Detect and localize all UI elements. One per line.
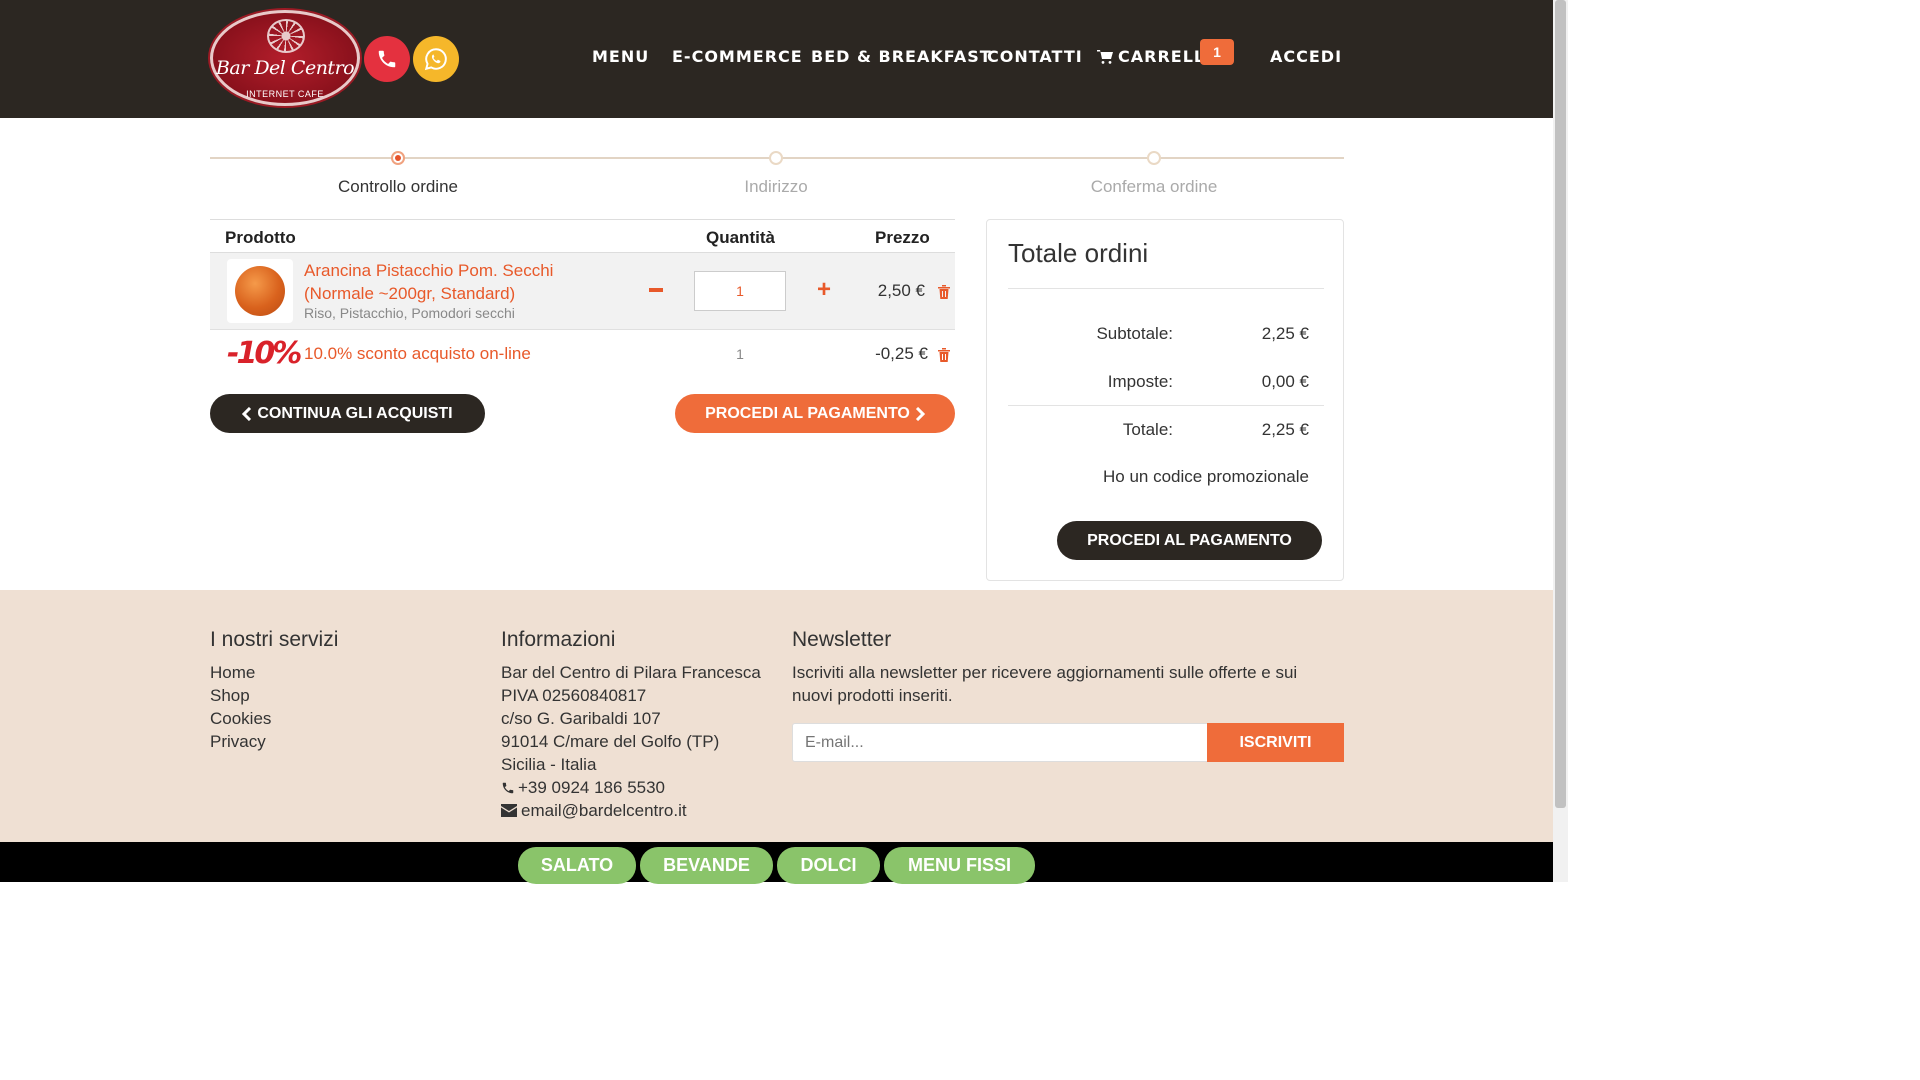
footer-email: email@bardelcentro.it <box>521 801 687 820</box>
proceed-payment-label: PROCEDI AL PAGAMENTO <box>705 404 910 422</box>
envelope-icon <box>501 804 517 817</box>
discount-badge: -10% <box>227 336 302 371</box>
call-button[interactable] <box>364 36 410 82</box>
logo-rosette-icon <box>267 19 305 53</box>
divider <box>1008 405 1324 406</box>
continue-shopping-label: CONTINUA GLI ACQUISTI <box>257 404 453 422</box>
subscribe-button[interactable]: ISCRIVITI <box>1207 723 1344 762</box>
bottom-category-bar: SALATO BEVANDE DOLCI MENU FISSI <box>0 842 1553 884</box>
product-price: 2,50 € <box>877 281 925 300</box>
totals-title: Totale ordini <box>1008 238 1149 268</box>
footer-phone: +39 0924 186 5530 <box>518 778 666 797</box>
discount-name-link[interactable]: 10.0% sconto acquisto on-line <box>304 344 531 364</box>
category-dolci[interactable]: DOLCI <box>777 847 880 884</box>
newsletter-email-input[interactable] <box>792 723 1207 762</box>
product-description: Riso, Pistacchio, Pomodori secchi <box>304 305 515 321</box>
step-dot-3 <box>1147 151 1161 165</box>
site-logo[interactable]: Bar Del Centro INTERNET CAFE <box>210 10 360 106</box>
chevron-right-icon <box>915 406 925 421</box>
newsletter-text-line-1: Iscriviti alla newsletter per ricevere a… <box>792 663 1298 682</box>
info-title: Informazioni <box>501 628 616 651</box>
proceed-payment-button[interactable]: PROCEDI AL PAGAMENTO <box>675 394 955 433</box>
footer-link-cookies[interactable]: Cookies <box>210 707 271 730</box>
cart-count-badge: 1 <box>1200 39 1234 65</box>
footer-email-link[interactable]: email@bardelcentro.it <box>501 799 687 822</box>
category-menu-fissi[interactable]: MENU FISSI <box>884 847 1035 884</box>
info-city: 91014 C/mare del Golfo (TP) <box>501 732 720 751</box>
nav-bed-breakfast[interactable]: BED & BREAKFAST <box>811 47 992 66</box>
nav-ecommerce[interactable]: E-COMMERCE <box>672 47 803 66</box>
page-scrollbar[interactable] <box>1553 0 1568 882</box>
promo-code-link[interactable]: Ho un codice promozionale <box>1103 467 1309 487</box>
logo-subtext: INTERNET CAFE <box>246 89 324 99</box>
totals-pay-button[interactable]: PROCEDI AL PAGAMENTO <box>1057 521 1322 560</box>
product-thumbnail[interactable] <box>227 259 293 323</box>
nav-menu[interactable]: MENU <box>592 47 649 66</box>
total-value: 2,25 € <box>1261 420 1309 439</box>
cart-icon <box>1097 50 1113 64</box>
cart-table-header: Prodotto Quantità Prezzo <box>210 219 955 253</box>
phone-icon <box>378 50 396 68</box>
arancina-image <box>235 266 285 316</box>
site-footer: I nostri servizi Home Shop Cookies Priva… <box>0 590 1553 842</box>
newsletter-text-line-2: nuovi prodotti inseriti. <box>792 686 953 705</box>
step-label-conferma: Conferma ordine <box>1090 177 1218 196</box>
total-label: Totale: <box>1122 420 1173 439</box>
whatsapp-icon <box>424 48 447 71</box>
cart-row: Arancina Pistacchio Pom. Secchi (Normale… <box>210 253 955 330</box>
site-header: Bar Del Centro INTERNET CAFE MENU E-COMM… <box>0 0 1553 118</box>
col-header-product: Prodotto <box>225 228 296 247</box>
discount-quantity: 1 <box>736 346 744 362</box>
order-totals-panel: Totale ordini Subtotale: 2,25 € Imposte:… <box>986 219 1344 581</box>
increase-quantity-button[interactable]: + <box>816 278 832 302</box>
tax-label: Imposte: <box>1107 372 1173 391</box>
trash-icon[interactable] <box>937 347 951 363</box>
info-vat: PIVA 02560840817 <box>501 686 647 705</box>
col-header-price: Prezzo <box>875 228 930 247</box>
step-label-controllo: Controllo ordine <box>337 177 458 196</box>
nav-accedi[interactable]: ACCEDI <box>1270 47 1342 66</box>
category-salato[interactable]: SALATO <box>518 847 636 884</box>
continue-shopping-button[interactable]: CONTINUA GLI ACQUISTI <box>210 394 485 433</box>
subtotal-label: Subtotale: <box>1096 324 1173 343</box>
phone-icon <box>502 782 514 793</box>
step-dot-2 <box>769 151 783 165</box>
info-region: Sicilia - Italia <box>501 755 597 774</box>
category-bevande[interactable]: BEVANDE <box>640 847 773 884</box>
logo-text: Bar Del Centro <box>215 57 355 79</box>
trash-icon[interactable] <box>937 284 951 300</box>
product-name-link[interactable]: Arancina Pistacchio Pom. Secchi (Normale… <box>304 259 624 305</box>
step-dot-1 <box>391 151 405 165</box>
footer-link-privacy[interactable]: Privacy <box>210 730 266 753</box>
info-company: Bar del Centro di Pilara Francesca <box>501 663 761 682</box>
decrease-quantity-button[interactable] <box>648 279 664 301</box>
divider <box>1008 288 1324 289</box>
nav-contatti[interactable]: CONTATTI <box>987 47 1083 66</box>
discount-price: -0,25 € <box>875 344 928 363</box>
info-street: c/so G. Garibaldi 107 <box>501 709 661 728</box>
whatsapp-button[interactable] <box>413 36 459 82</box>
minus-icon <box>649 288 663 292</box>
quantity-input[interactable] <box>694 271 786 311</box>
newsletter-title: Newsletter <box>792 628 892 651</box>
step-label-indirizzo: Indirizzo <box>744 177 808 196</box>
col-header-quantity: Quantità <box>706 228 775 247</box>
footer-link-shop[interactable]: Shop <box>210 684 250 707</box>
chevron-left-icon <box>242 406 252 421</box>
services-title: I nostri servizi <box>210 628 339 651</box>
tax-value: 0,00 € <box>1261 372 1309 391</box>
discount-row: -10% 10.0% sconto acquisto on-line 1 -0,… <box>210 330 955 378</box>
footer-link-home[interactable]: Home <box>210 661 255 684</box>
subtotal-value: 2,25 € <box>1261 324 1309 343</box>
scrollbar-thumb[interactable] <box>1555 0 1566 808</box>
footer-phone-link[interactable]: +39 0924 186 5530 <box>501 776 665 799</box>
